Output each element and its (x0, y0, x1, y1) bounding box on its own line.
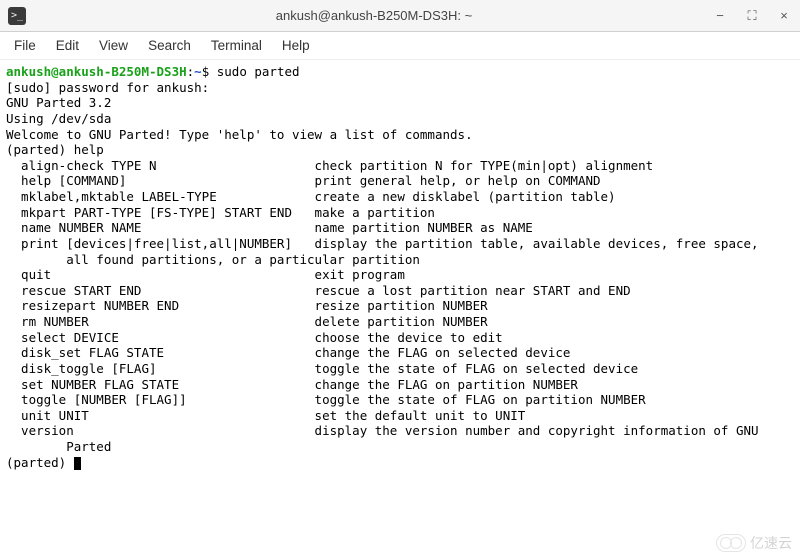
menu-search[interactable]: Search (140, 36, 199, 55)
menu-file[interactable]: File (6, 36, 44, 55)
terminal-output[interactable]: ankush@ankush-B250M-DS3H:~$ sudo parted … (0, 60, 800, 474)
terminal-app-icon: >_ (8, 7, 26, 25)
maximize-button[interactable]: ⛶ (744, 8, 760, 24)
watermark: 亿速云 (716, 533, 792, 553)
minimize-button[interactable]: − (712, 8, 728, 23)
menu-terminal[interactable]: Terminal (203, 36, 270, 55)
terminal-cursor (74, 457, 81, 470)
menu-view[interactable]: View (91, 36, 136, 55)
watermark-text: 亿速云 (750, 533, 792, 553)
menu-edit[interactable]: Edit (48, 36, 87, 55)
menu-help[interactable]: Help (274, 36, 318, 55)
titlebar: >_ ankush@ankush-B250M-DS3H: ~ − ⛶ × (0, 0, 800, 32)
window-controls: − ⛶ × (712, 8, 792, 24)
menubar: File Edit View Search Terminal Help (0, 32, 800, 60)
window-title: ankush@ankush-B250M-DS3H: ~ (36, 8, 712, 23)
watermark-logo-icon (716, 534, 746, 552)
close-button[interactable]: × (776, 8, 792, 23)
